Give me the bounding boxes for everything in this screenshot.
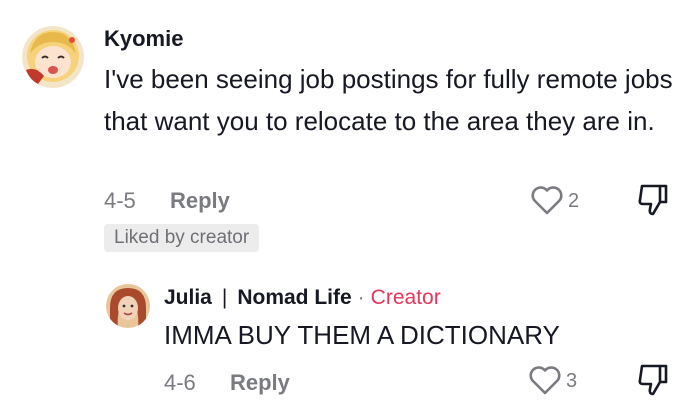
creator-label: Creator	[370, 286, 441, 309]
reply-date: 4-6	[164, 370, 196, 395]
comment-date: 4-5	[104, 188, 136, 213]
reply-avatar[interactable]	[106, 284, 150, 328]
reply-text: IMMA BUY THEM A DICTIONARY	[164, 320, 560, 350]
reply-channel[interactable]: Nomad Life	[237, 286, 351, 309]
comment-reply-button[interactable]: Reply	[170, 188, 230, 214]
avatar[interactable]	[22, 26, 84, 88]
reply-author-line: Julia | Nomad Life · Creator	[164, 286, 441, 310]
thumbs-down-icon[interactable]	[636, 182, 670, 223]
reply-dot: ·	[357, 286, 365, 309]
comment-like-count: 2	[568, 190, 580, 212]
reply-author[interactable]: Julia	[164, 286, 212, 309]
reply-reply-button[interactable]: Reply	[230, 370, 290, 396]
reply-like-count: 3	[566, 370, 578, 392]
liked-by-creator-badge: Liked by creator	[104, 224, 260, 252]
reply-separator: |	[221, 286, 228, 309]
comment-text: I've been seeing job postings for fully …	[104, 64, 673, 136]
thumbs-down-icon[interactable]	[636, 362, 670, 403]
heart-outline-icon[interactable]	[530, 184, 564, 221]
heart-outline-icon[interactable]	[528, 364, 562, 401]
comment-author[interactable]: Kyomie	[104, 26, 183, 52]
